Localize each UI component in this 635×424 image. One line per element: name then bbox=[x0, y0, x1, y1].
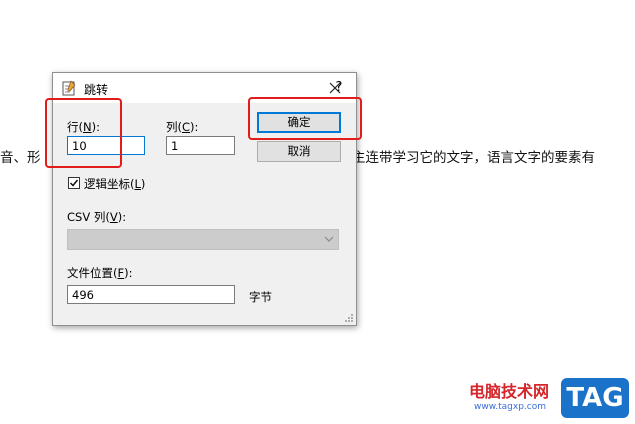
document-text-left: 音、形 bbox=[0, 150, 41, 166]
goto-dialog: 跳转 ? 行(N): 列(C): 确定 取消 逻辑坐标(L) CSV 列(V):… bbox=[52, 72, 357, 326]
notepad-icon bbox=[62, 80, 76, 96]
resize-grip-icon[interactable] bbox=[344, 313, 354, 323]
dialog-titlebar[interactable]: 跳转 ? bbox=[53, 73, 356, 103]
col-input[interactable] bbox=[166, 136, 235, 155]
row-label: 行(N): bbox=[67, 120, 100, 134]
file-pos-unit: 字节 bbox=[249, 290, 272, 304]
logical-coords-checkbox[interactable] bbox=[68, 177, 80, 189]
close-button[interactable] bbox=[321, 75, 349, 101]
cancel-button[interactable]: 取消 bbox=[257, 141, 341, 162]
watermark-tag-logo: TAG bbox=[561, 378, 629, 418]
dialog-title: 跳转 bbox=[84, 83, 109, 97]
file-pos-label: 文件位置(F): bbox=[67, 266, 133, 280]
file-pos-input[interactable] bbox=[67, 285, 235, 304]
checkmark-icon bbox=[69, 179, 79, 187]
ok-button[interactable]: 确定 bbox=[257, 112, 341, 133]
watermark-url: www.tagxp.com bbox=[474, 402, 546, 412]
csv-col-label: CSV 列(V): bbox=[67, 210, 127, 224]
chevron-down-icon bbox=[324, 236, 334, 242]
close-icon bbox=[329, 82, 341, 94]
row-input[interactable] bbox=[67, 136, 145, 155]
watermark-text: 电脑技术网 bbox=[469, 382, 550, 401]
col-label: 列(C): bbox=[166, 120, 199, 134]
logical-coords-label[interactable]: 逻辑坐标(L) bbox=[84, 176, 145, 192]
document-text-right: 主连带学习它的文字，语言文字的要素有 bbox=[352, 150, 595, 166]
csv-col-combobox bbox=[67, 229, 339, 250]
